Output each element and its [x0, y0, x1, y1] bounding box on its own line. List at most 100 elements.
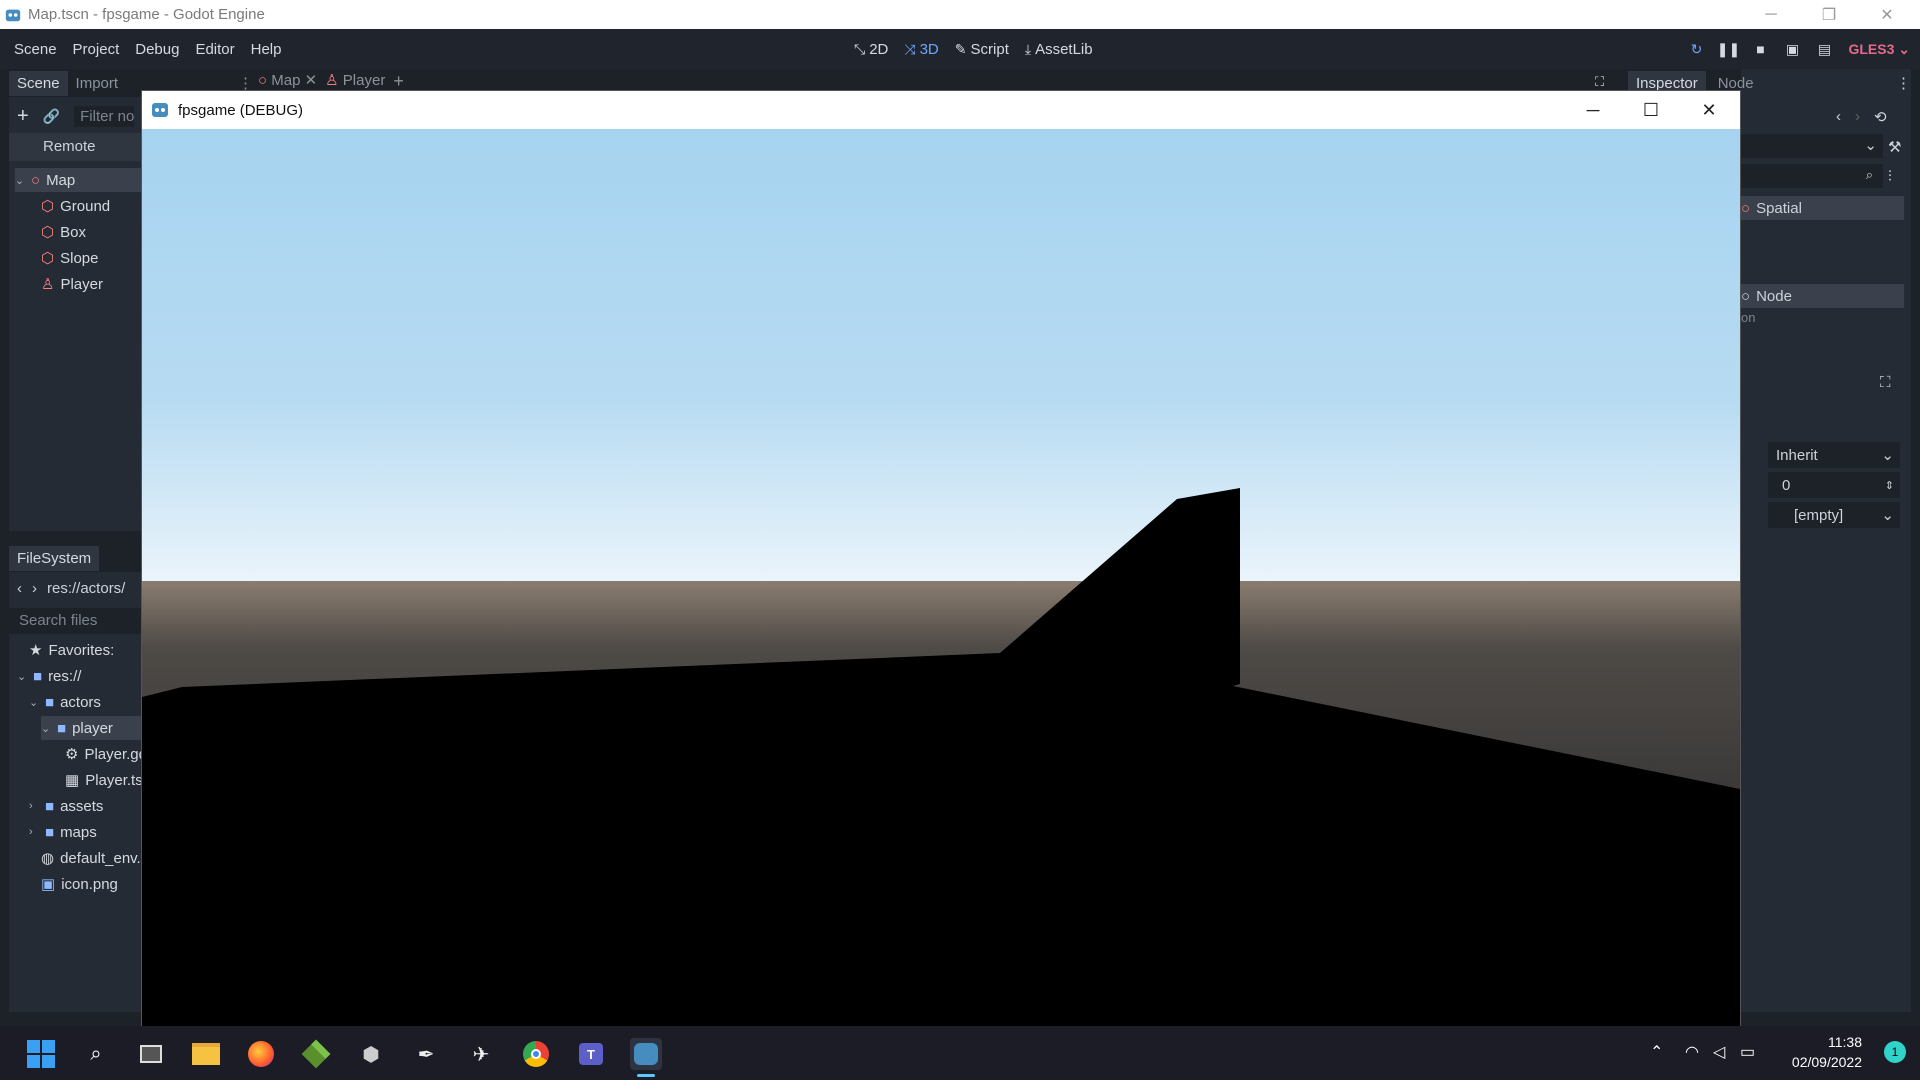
link-icon[interactable]: 🔗 — [43, 108, 60, 125]
pause-icon[interactable]: ❚❚ — [1717, 41, 1740, 57]
minimize-button[interactable]: ─ — [1742, 0, 1800, 29]
folder-icon: ■ — [45, 823, 55, 841]
workspace-3d-label: 3D — [919, 40, 939, 58]
inkscape-feather-icon[interactable]: ✒ — [410, 1038, 442, 1070]
system-clock[interactable]: 11:38 02/09/2022 — [1792, 1032, 1862, 1072]
folder-maps[interactable]: › ■ maps — [29, 820, 97, 844]
menu-debug[interactable]: Debug — [127, 41, 187, 58]
remote-label: Remote — [43, 138, 96, 155]
task-view-icon[interactable] — [135, 1038, 167, 1070]
stop-icon[interactable]: ■ — [1752, 41, 1768, 57]
tab-filesystem[interactable]: FileSystem — [9, 545, 100, 571]
folder-actors[interactable]: ⌄ ■ actors — [29, 690, 101, 714]
play-scene-icon[interactable]: ▣ — [1784, 41, 1800, 57]
workspace-2d-button[interactable]: ⤡ 2D — [848, 41, 894, 58]
maximize-button[interactable]: ☐ — [1622, 91, 1680, 129]
gog-galaxy-icon[interactable]: ✈ — [465, 1038, 497, 1070]
star-icon: ★ — [29, 642, 43, 659]
back-icon[interactable]: ‹ — [17, 580, 22, 597]
path-field[interactable]: res://actors/ — [47, 580, 125, 597]
close-button[interactable]: ✕ — [1680, 91, 1738, 129]
filter-nodes-input[interactable]: Filter no — [74, 106, 135, 127]
editor-tab-map[interactable]: ○ Map ✕ — [258, 71, 317, 91]
folder-assets[interactable]: › ■ assets — [29, 794, 103, 818]
filesystem-dock-tabs: FileSystem — [9, 544, 141, 572]
forward-icon[interactable]: › — [32, 580, 37, 597]
more-options-icon[interactable]: ⋮ — [1896, 74, 1911, 92]
search-files-input[interactable]: Search files — [9, 608, 141, 634]
reload-icon[interactable]: ↻ — [1688, 41, 1704, 57]
section-spatial[interactable]: ○ Spatial — [1741, 196, 1904, 220]
play-custom-scene-icon[interactable]: ▤ — [1816, 41, 1832, 57]
add-node-icon[interactable]: + — [17, 105, 29, 128]
tab-import[interactable]: Import — [68, 71, 127, 96]
restore-button[interactable]: ❐ — [1800, 0, 1858, 29]
editor-tab-player[interactable]: ♙ Player — [325, 71, 385, 91]
tab-scene[interactable]: Scene — [9, 70, 68, 96]
menu-editor[interactable]: Editor — [187, 41, 242, 58]
chevron-right-icon: › — [29, 800, 33, 812]
close-tab-icon[interactable]: ✕ — [305, 72, 318, 89]
tree-node-slope[interactable]: ⬡ Slope — [41, 246, 98, 270]
file-icon-png[interactable]: ▣ icon.png — [41, 872, 118, 896]
pause-mode-select[interactable]: Inherit ⌄ — [1768, 442, 1900, 468]
process-priority-spinbox[interactable]: 0 ⇕ — [1768, 472, 1900, 498]
remote-button[interactable]: Remote — [9, 133, 141, 161]
godot-icon — [5, 9, 21, 21]
workspace-3d-button[interactable]: ⤨ 3D — [898, 41, 944, 58]
tree-node-player[interactable]: ♙ Player — [41, 272, 103, 296]
tree-node-box[interactable]: ⬡ Box — [41, 220, 86, 244]
battery-icon[interactable]: ▭ — [1740, 1042, 1755, 1062]
window-title: Map.tscn - fpsgame - Godot Engine — [28, 6, 265, 23]
script-resource-picker[interactable]: [empty] ⌄ — [1768, 502, 1900, 528]
expand-icon[interactable]: ⛶ — [1880, 374, 1891, 391]
godot-taskbar-icon[interactable] — [630, 1038, 662, 1070]
object-selector[interactable]: ⌄ — [1741, 134, 1883, 158]
notification-badge[interactable]: 1 — [1884, 1041, 1906, 1063]
steam-deck-like-icon[interactable]: ⬢ — [355, 1038, 387, 1070]
history-icon[interactable]: ⟲ — [1874, 108, 1887, 126]
folder-res[interactable]: ⌄ ■ res:// — [17, 664, 81, 688]
file-player-gd[interactable]: ⚙ Player.gd — [65, 742, 147, 766]
tree-node-map[interactable]: ⌄ ○ Map — [15, 168, 141, 192]
settings-sliders-icon[interactable]: ⫶ — [1888, 168, 1892, 185]
back-icon[interactable]: ‹ — [1836, 108, 1841, 126]
minimize-button[interactable]: ─ — [1564, 91, 1622, 129]
file-explorer-icon[interactable] — [190, 1038, 222, 1070]
debug-window-title: fpsgame (DEBUG) — [178, 101, 304, 119]
tree-node-ground[interactable]: ⬡ Ground — [41, 194, 110, 218]
filter-properties-input[interactable]: ⌕ — [1741, 164, 1883, 188]
add-tab-icon[interactable]: + — [393, 71, 404, 91]
game-viewport[interactable] — [142, 129, 1740, 1026]
wifi-icon[interactable]: ◠ — [1685, 1042, 1699, 1062]
close-button[interactable]: ✕ — [1858, 0, 1916, 29]
windows-start-icon[interactable] — [25, 1038, 57, 1070]
volume-icon[interactable]: ◁ — [1713, 1042, 1725, 1062]
chrome-icon[interactable] — [520, 1038, 552, 1070]
fullscreen-icon[interactable]: ⛶ — [1595, 74, 1604, 90]
favorites-row[interactable]: ★ Favorites: — [29, 638, 114, 662]
forward-icon[interactable]: › — [1855, 108, 1860, 126]
windows-logo-icon — [27, 1040, 55, 1068]
pause-mode-value: Inherit — [1776, 446, 1818, 464]
firefox-icon[interactable] — [245, 1038, 277, 1070]
chevron-up-icon[interactable]: ⌃ — [1650, 1042, 1663, 1062]
workspace-script-button[interactable]: ✎ Script — [949, 41, 1015, 58]
menu-scene[interactable]: Scene — [6, 41, 65, 58]
menu-help[interactable]: Help — [243, 41, 290, 58]
menu-project[interactable]: Project — [65, 41, 128, 58]
section-node[interactable]: ○ Node — [1741, 284, 1904, 308]
taskbar: ⌕ ⬢ ✒ ✈ T ⌃ ◠ ◁ ▭ 11:38 02/09/2022 1 — [0, 1026, 1920, 1080]
search-icon[interactable]: ⌕ — [80, 1038, 112, 1070]
clock-date: 02/09/2022 — [1791, 1054, 1862, 1070]
file-label: maps — [60, 823, 97, 841]
tool-icon[interactable]: ⚒ — [1888, 138, 1901, 156]
folder-player[interactable]: ⌄ ■ player — [41, 716, 141, 740]
clock-time: 11:38 — [1828, 1034, 1862, 1050]
renderer-select[interactable]: GLES3 ⌄ — [1848, 41, 1910, 58]
teams-icon[interactable]: T — [575, 1038, 607, 1070]
workspace-assetlib-button[interactable]: ⤓ AssetLib — [1019, 41, 1099, 58]
file-label: icon.png — [61, 875, 118, 893]
mesh-instance-icon: ⬡ — [41, 198, 55, 215]
minecraft-icon[interactable] — [300, 1038, 332, 1070]
